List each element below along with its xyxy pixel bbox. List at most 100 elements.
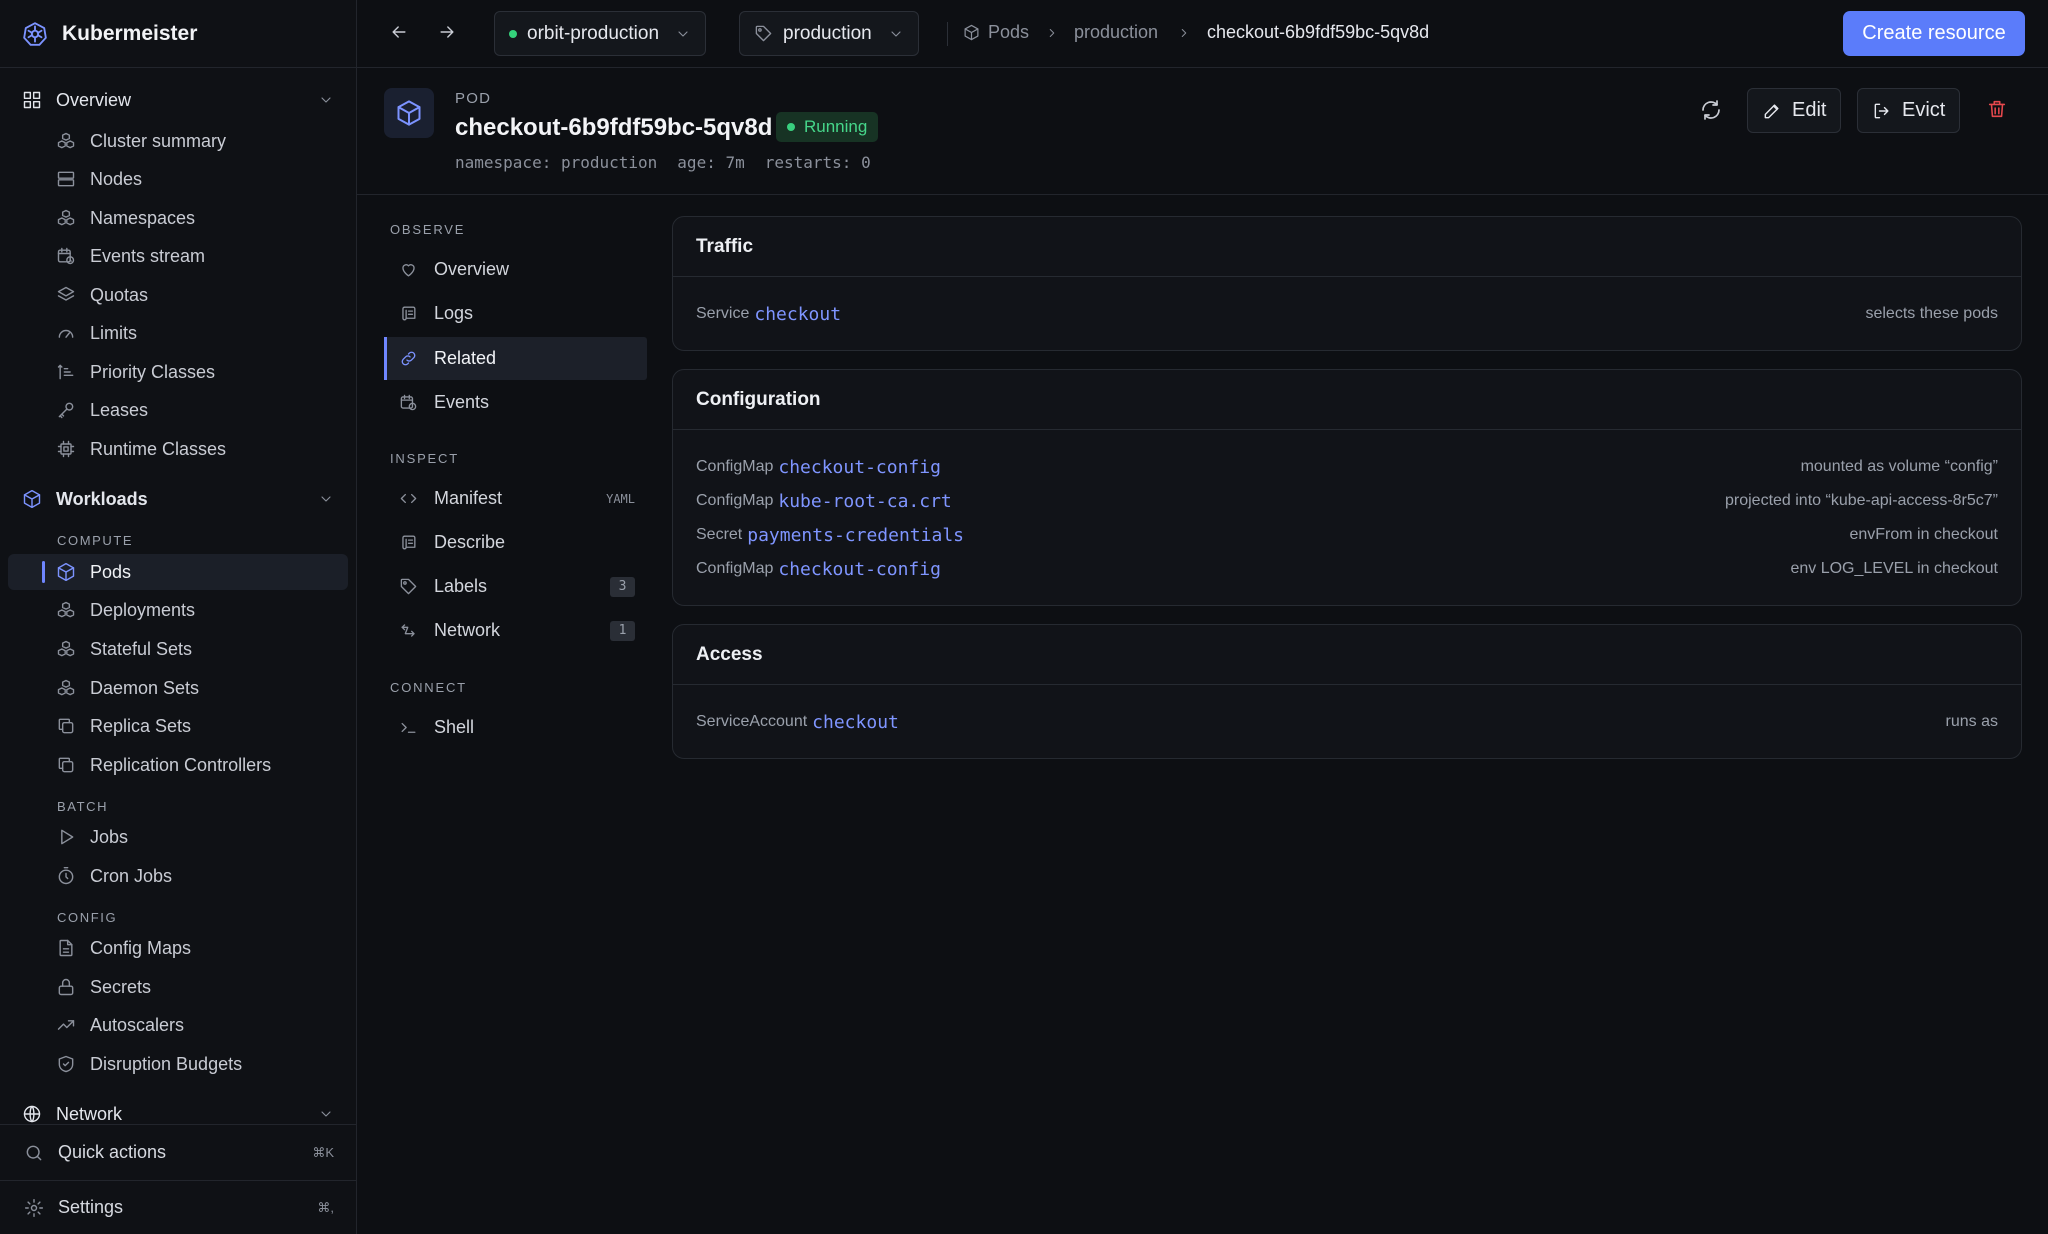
tab-label: Describe — [434, 532, 506, 552]
meta-namespace: namespace: production — [455, 153, 658, 172]
section-label-batch: BATCH — [57, 799, 109, 814]
tab-manifest[interactable]: Manifest YAML — [384, 477, 647, 520]
tab-related[interactable]: Related — [384, 337, 647, 380]
breadcrumb-namespace[interactable]: production — [1074, 22, 1158, 43]
relation-note: mounted as volume “config” — [1800, 458, 1998, 475]
sidebar-item-priority-classes[interactable]: Priority Classes — [8, 354, 348, 390]
evict-button[interactable]: Evict — [1857, 88, 1961, 133]
cubes-icon — [56, 208, 76, 228]
resource-link[interactable]: kube-root-ca.crt — [778, 491, 951, 512]
trash-icon[interactable] — [1986, 98, 2008, 120]
tab-label: Manifest — [434, 488, 503, 508]
tab-label: Shell — [434, 717, 475, 737]
settings-shortcut: ⌘, — [317, 1199, 334, 1215]
pencil-icon — [1762, 101, 1782, 121]
sidebar-item-config-maps[interactable]: Config Maps — [8, 930, 348, 966]
cpu-icon — [56, 439, 76, 459]
resource-link[interactable]: checkout — [754, 304, 841, 325]
resource-link[interactable]: checkout — [812, 712, 899, 733]
relation-kind: ServiceAccount — [696, 713, 808, 730]
resource-link[interactable]: checkout-config — [778, 457, 941, 478]
globe-icon — [22, 1104, 42, 1124]
cluster-status-dot — [509, 29, 517, 38]
tag-icon — [754, 24, 773, 43]
sidebar-item-limits[interactable]: Limits — [8, 315, 348, 351]
sidebar-item-label: Daemon Sets — [90, 677, 200, 698]
count-badge: 3 — [610, 576, 635, 597]
tab-events[interactable]: Events — [384, 381, 647, 424]
sidebar-item-leases[interactable]: Leases — [8, 392, 348, 428]
brand[interactable]: Kubermeister — [0, 0, 356, 68]
gauge-icon — [56, 323, 76, 343]
link-icon — [398, 349, 418, 368]
nav-group-workloads[interactable]: Workloads — [8, 480, 348, 518]
kubernetes-helm-logo-icon — [22, 21, 48, 47]
create-resource-button[interactable]: Create resource — [1843, 11, 2025, 56]
server-icon — [56, 169, 76, 189]
quick-actions-button[interactable]: Quick actions ⌘K — [0, 1124, 356, 1180]
sidebar-item-cron-jobs[interactable]: Cron Jobs — [8, 858, 348, 894]
sidebar-item-daemon-sets[interactable]: Daemon Sets — [8, 670, 348, 706]
forward-arrow-icon[interactable] — [437, 22, 457, 42]
sidebar-item-deployments[interactable]: Deployments — [8, 592, 348, 628]
sidebar-item-replica-sets[interactable]: Replica Sets — [8, 708, 348, 744]
scroll-icon — [398, 533, 418, 552]
chevron-right-icon — [1177, 26, 1191, 40]
sidebar-item-label: Quotas — [90, 284, 149, 305]
tab-label: Events — [434, 392, 490, 412]
sidebar-item-label: Runtime Classes — [90, 438, 227, 459]
sidebar-item-stateful-sets[interactable]: Stateful Sets — [8, 631, 348, 667]
sidebar-item-namespaces[interactable]: Namespaces — [8, 200, 348, 236]
tag-icon — [398, 577, 418, 596]
list-item: ConfigMap checkout-config mounted as vol… — [673, 450, 2021, 484]
nav-group-label: Network — [56, 1103, 123, 1124]
refresh-icon[interactable] — [1699, 98, 1723, 122]
sidebar-item-secrets[interactable]: Secrets — [8, 969, 348, 1005]
sidebar-item-pods[interactable]: Pods — [8, 554, 348, 590]
tab-labels[interactable]: Labels 3 — [384, 565, 647, 608]
tab-label: Overview — [434, 259, 510, 279]
meta-age: age: 7m — [677, 153, 745, 172]
resource-link[interactable]: checkout-config — [778, 559, 941, 580]
traffic-card: Traffic Service checkout selects these p… — [672, 216, 2022, 351]
resource-link[interactable]: payments-credentials — [747, 525, 964, 546]
list-item: Secret payments-credentials envFrom in c… — [673, 518, 2021, 552]
sidebar-item-replication-controllers[interactable]: Replication Controllers — [8, 747, 348, 783]
relation-kind: Secret — [696, 526, 743, 543]
sidebar: Kubermeister Overview Cluster summary No… — [0, 0, 357, 1234]
nav-group-overview[interactable]: Overview — [8, 81, 348, 119]
gear-icon — [24, 1198, 44, 1218]
tab-overview[interactable]: Overview — [384, 248, 647, 291]
status-dot — [787, 123, 795, 131]
sidebar-item-disruption-budgets[interactable]: Disruption Budgets — [8, 1046, 348, 1082]
layers-icon — [56, 285, 76, 305]
sidebar-item-nodes[interactable]: Nodes — [8, 161, 348, 197]
status-label: Running — [804, 117, 868, 136]
namespace-selector[interactable]: production — [739, 11, 919, 56]
sidebar-item-autoscalers[interactable]: Autoscalers — [8, 1007, 348, 1043]
settings-button[interactable]: Settings ⌘, — [0, 1180, 356, 1234]
meta-restarts: restarts: 0 — [764, 153, 871, 172]
sidebar-item-cluster-summary[interactable]: Cluster summary — [8, 123, 348, 159]
access-card: Access ServiceAccount checkout runs as — [672, 624, 2022, 759]
chevron-down-icon — [318, 92, 334, 108]
cluster-selector[interactable]: orbit-production — [494, 11, 707, 56]
edit-button[interactable]: Edit — [1747, 88, 1842, 133]
tab-describe[interactable]: Describe — [384, 521, 647, 564]
sidebar-item-quotas[interactable]: Quotas — [8, 277, 348, 313]
breadcrumb-pods[interactable]: Pods — [963, 22, 1029, 43]
cubes-icon — [56, 131, 76, 151]
tab-logs[interactable]: Logs — [384, 292, 647, 335]
sidebar-item-events-stream[interactable]: Events stream — [8, 238, 348, 274]
timer-icon — [56, 866, 76, 886]
sidebar-item-runtime-classes[interactable]: Runtime Classes — [8, 431, 348, 467]
file-text-icon — [56, 938, 76, 958]
tab-shell[interactable]: Shell — [384, 706, 647, 749]
cube-icon — [22, 489, 42, 509]
sidebar-item-jobs[interactable]: Jobs — [8, 819, 348, 855]
back-arrow-icon[interactable] — [389, 22, 409, 42]
status-badge: Running — [776, 112, 879, 142]
list-item: ConfigMap kube-root-ca.crt projected int… — [673, 484, 2021, 518]
tab-network[interactable]: Network 1 — [384, 609, 647, 652]
cubes-icon — [56, 678, 76, 698]
